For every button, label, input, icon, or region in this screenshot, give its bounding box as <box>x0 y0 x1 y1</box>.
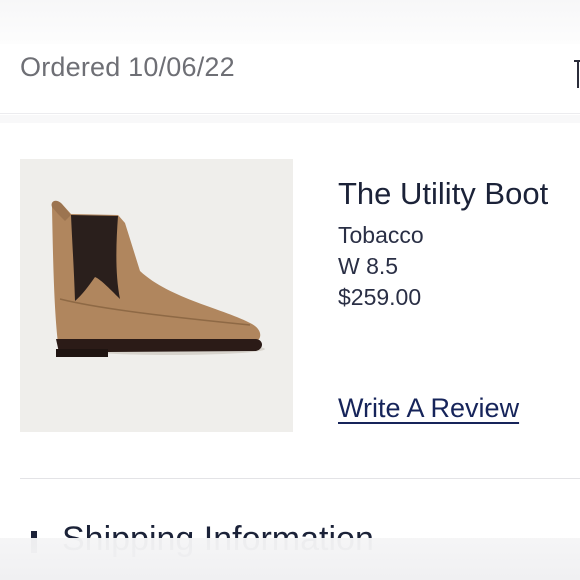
section-gap <box>0 115 580 123</box>
boot-illustration <box>51 200 265 357</box>
menu-edge-icon[interactable] <box>574 60 580 88</box>
bottom-fade <box>0 538 580 580</box>
product-image[interactable] <box>20 159 293 432</box>
section-divider <box>20 478 580 479</box>
product-name[interactable]: The Utility Boot <box>338 176 548 212</box>
boot-heel <box>56 349 108 357</box>
product-price: $259.00 <box>338 284 422 310</box>
menu-edge-icon-stem <box>577 60 579 88</box>
product-color: Tobacco <box>338 222 424 248</box>
top-fade <box>0 0 580 44</box>
product-size: W 8.5 <box>338 253 399 279</box>
write-review-link[interactable]: Write A Review <box>338 393 519 424</box>
order-date: Ordered 10/06/22 <box>20 52 235 82</box>
